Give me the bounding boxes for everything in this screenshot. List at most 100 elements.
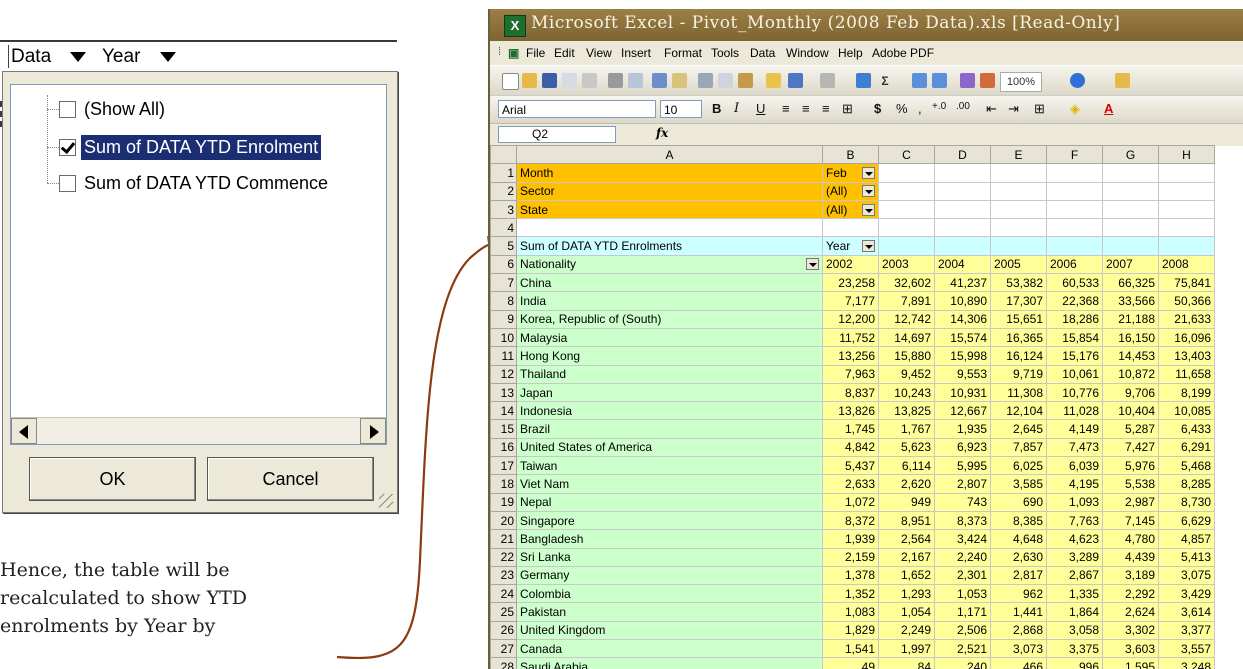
value-cell[interactable]: 8,837 bbox=[822, 382, 879, 403]
nationality-cell[interactable]: Indonesia bbox=[516, 401, 823, 421]
value-cell[interactable]: 10,931 bbox=[934, 382, 991, 403]
value-cell[interactable]: 16,150 bbox=[1102, 327, 1159, 348]
value-cell[interactable]: 2,564 bbox=[878, 529, 935, 549]
value-cell[interactable]: 5,538 bbox=[1102, 474, 1159, 494]
cell[interactable] bbox=[516, 218, 823, 238]
nationality-cell[interactable]: Thailand bbox=[516, 364, 823, 384]
value-cell[interactable]: 2,301 bbox=[934, 565, 991, 586]
menu-format[interactable]: Format bbox=[664, 46, 702, 60]
row-header[interactable]: 10 bbox=[490, 327, 517, 348]
nationality-cell[interactable]: Nepal bbox=[516, 492, 823, 512]
cell[interactable] bbox=[878, 236, 935, 256]
filter-label-cell[interactable]: State bbox=[516, 199, 823, 220]
value-cell[interactable]: 21,633 bbox=[1158, 309, 1215, 329]
value-cell[interactable]: 3,603 bbox=[1102, 639, 1159, 659]
italic-icon[interactable]: I bbox=[734, 101, 739, 116]
value-cell[interactable]: 13,256 bbox=[822, 346, 879, 366]
row-header[interactable]: 9 bbox=[490, 309, 517, 329]
value-cell[interactable]: 240 bbox=[934, 657, 991, 669]
nationality-cell[interactable]: India bbox=[516, 291, 823, 311]
row-header[interactable]: 16 bbox=[490, 437, 517, 458]
value-cell[interactable]: 5,623 bbox=[878, 437, 935, 458]
dropdown-arrow-icon[interactable] bbox=[862, 240, 875, 253]
row-header[interactable]: 13 bbox=[490, 382, 517, 403]
value-cell[interactable]: 962 bbox=[990, 584, 1047, 604]
value-cell[interactable]: 9,553 bbox=[934, 364, 991, 384]
value-cell[interactable]: 1,171 bbox=[934, 602, 991, 622]
value-cell[interactable]: 11,028 bbox=[1046, 401, 1103, 421]
menu-adobe-pdf[interactable]: Adobe PDF bbox=[872, 46, 934, 60]
cell[interactable] bbox=[934, 181, 991, 201]
value-cell[interactable]: 13,403 bbox=[1158, 346, 1215, 366]
open-icon[interactable] bbox=[522, 73, 537, 88]
value-cell[interactable]: 743 bbox=[934, 492, 991, 512]
value-cell[interactable]: 1,595 bbox=[1102, 657, 1159, 669]
value-cell[interactable]: 2,167 bbox=[878, 547, 935, 567]
column-header[interactable]: C bbox=[878, 144, 935, 165]
value-cell[interactable]: 4,842 bbox=[822, 437, 879, 458]
value-cell[interactable]: 6,025 bbox=[990, 456, 1047, 476]
cell[interactable] bbox=[1046, 236, 1103, 256]
value-cell[interactable]: 15,880 bbox=[878, 346, 935, 366]
value-cell[interactable]: 10,061 bbox=[1046, 364, 1103, 384]
decrease-decimal-icon[interactable]: .00 bbox=[956, 101, 970, 112]
value-cell[interactable]: 10,243 bbox=[878, 382, 935, 403]
column-header[interactable]: H bbox=[1158, 144, 1215, 165]
value-cell[interactable]: 1,997 bbox=[878, 639, 935, 659]
filter-value-cell[interactable]: (All) bbox=[822, 199, 879, 220]
row-header[interactable]: 26 bbox=[490, 620, 517, 641]
value-cell[interactable]: 18,286 bbox=[1046, 309, 1103, 329]
row-header[interactable]: 3 bbox=[490, 199, 517, 220]
value-cell[interactable]: 996 bbox=[1046, 657, 1103, 669]
value-cell[interactable]: 53,382 bbox=[990, 273, 1047, 293]
help-icon[interactable] bbox=[1070, 73, 1085, 88]
cell[interactable] bbox=[1158, 181, 1215, 201]
cell[interactable] bbox=[990, 236, 1047, 256]
row-header[interactable]: 12 bbox=[490, 364, 517, 384]
row-header[interactable]: 18 bbox=[490, 474, 517, 494]
value-cell[interactable]: 13,826 bbox=[822, 401, 879, 421]
cell[interactable] bbox=[1046, 199, 1103, 220]
value-cell[interactable]: 16,365 bbox=[990, 327, 1047, 348]
nationality-cell[interactable]: Sri Lanka bbox=[516, 547, 823, 567]
value-cell[interactable]: 2,159 bbox=[822, 547, 879, 567]
column-header[interactable]: B bbox=[822, 144, 879, 165]
row-header[interactable]: 14 bbox=[490, 401, 517, 421]
value-cell[interactable]: 3,289 bbox=[1046, 547, 1103, 567]
value-cell[interactable]: 5,976 bbox=[1102, 456, 1159, 476]
spreadsheet-grid[interactable]: A B C D E F G H 1 Month Feb 2 Sector (All) 3 State (All)… bbox=[490, 144, 1243, 669]
cell[interactable] bbox=[934, 218, 991, 238]
undo-icon[interactable] bbox=[788, 73, 803, 88]
row-header[interactable]: 27 bbox=[490, 639, 517, 659]
zoom-select[interactable]: 100% bbox=[1000, 72, 1042, 92]
value-cell[interactable]: 7,473 bbox=[1046, 437, 1103, 458]
value-cell[interactable]: 50,366 bbox=[1158, 291, 1215, 311]
value-cell[interactable]: 16,096 bbox=[1158, 327, 1215, 348]
value-cell[interactable]: 41,237 bbox=[934, 273, 991, 293]
value-cell[interactable]: 15,854 bbox=[1046, 327, 1103, 348]
value-cell[interactable]: 6,114 bbox=[878, 456, 935, 476]
cell[interactable] bbox=[878, 218, 935, 238]
row-header[interactable]: 4 bbox=[490, 218, 517, 238]
row-header[interactable]: 21 bbox=[490, 529, 517, 549]
value-cell[interactable]: 6,433 bbox=[1158, 419, 1215, 439]
year-header-cell[interactable]: 2003 bbox=[878, 254, 935, 275]
permission-icon[interactable] bbox=[562, 73, 577, 88]
value-cell[interactable]: 3,248 bbox=[1158, 657, 1215, 669]
nationality-cell[interactable]: Colombia bbox=[516, 584, 823, 604]
spelling-icon[interactable] bbox=[652, 73, 667, 88]
comma-style-icon[interactable]: , bbox=[918, 101, 922, 116]
value-cell[interactable]: 15,651 bbox=[990, 309, 1047, 329]
value-cell[interactable]: 10,776 bbox=[1046, 382, 1103, 403]
value-cell[interactable]: 1,829 bbox=[822, 620, 879, 641]
cell[interactable] bbox=[1102, 181, 1159, 201]
row-header[interactable]: 11 bbox=[490, 346, 517, 366]
value-cell[interactable]: 9,452 bbox=[878, 364, 935, 384]
value-cell[interactable]: 15,176 bbox=[1046, 346, 1103, 366]
row-header[interactable]: 28 bbox=[490, 657, 517, 669]
value-cell[interactable]: 10,404 bbox=[1102, 401, 1159, 421]
value-cell[interactable]: 17,307 bbox=[990, 291, 1047, 311]
value-cell[interactable]: 14,453 bbox=[1102, 346, 1159, 366]
excel-app-icon[interactable]: X bbox=[504, 15, 526, 37]
year-header-cell[interactable]: 2007 bbox=[1102, 254, 1159, 275]
